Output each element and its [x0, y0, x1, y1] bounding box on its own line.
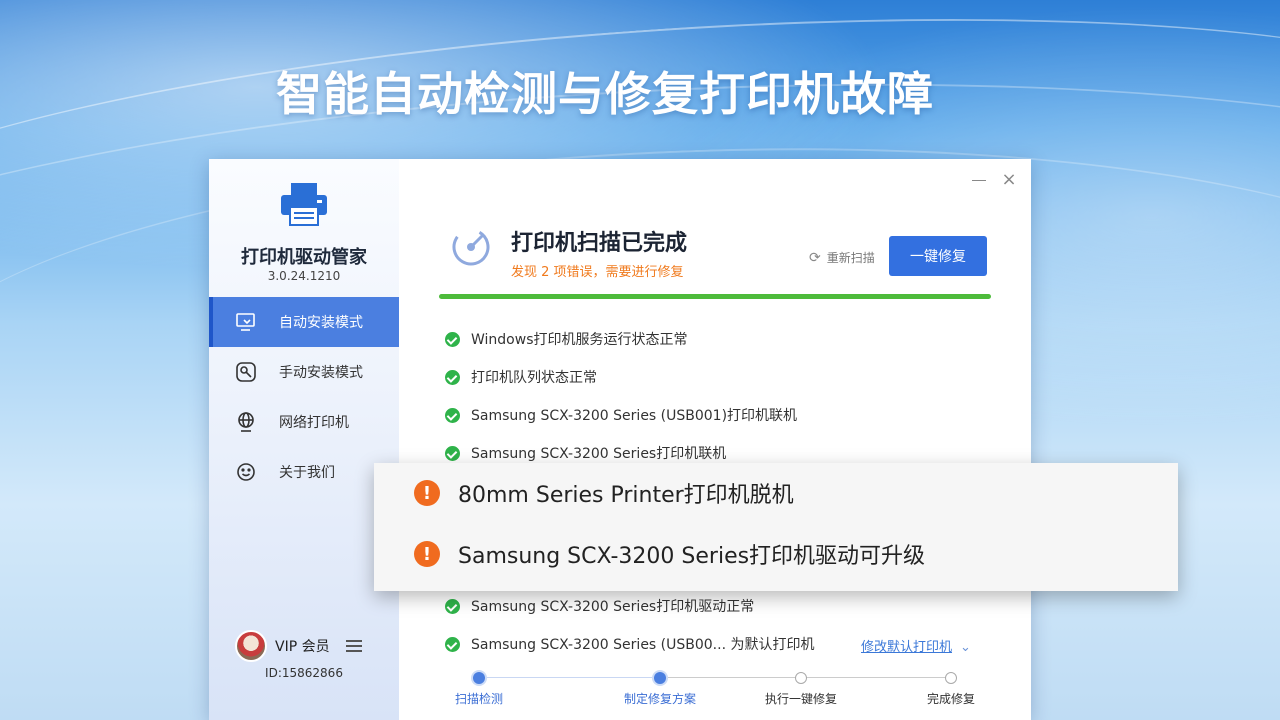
- error-item: ! 80mm Series Printer打印机脱机: [414, 478, 794, 508]
- rescan-button[interactable]: ⟳ 重新扫描: [809, 249, 875, 266]
- error-text: Samsung SCX-3200 Series打印机驱动可升级: [458, 544, 926, 569]
- error-item: ! Samsung SCX-3200 Series打印机驱动可升级: [414, 539, 925, 569]
- sidebar-item-label: 自动安装模式: [279, 315, 363, 331]
- app-name: 打印机驱动管家: [241, 247, 367, 268]
- result-text: Samsung SCX-3200 Series (USB001)打印机联机: [471, 408, 798, 424]
- repair-steps: 扫描检测 制定修复方案 执行一键修复 完成修复: [444, 669, 984, 709]
- list-item: Samsung SCX-3200 Series (USB001)打印机联机: [445, 405, 797, 425]
- scan-subtitle: 发现 2 项错误，需要进行修复: [511, 265, 684, 280]
- check-circle-icon: [445, 369, 460, 385]
- user-panel: VIP 会员: [235, 629, 385, 663]
- list-item: Samsung SCX-3200 Series打印机驱动正常: [445, 596, 754, 616]
- step-label: 完成修复: [926, 692, 975, 706]
- step-label: 制定修复方案: [623, 692, 696, 706]
- sidebar-nav: 自动安装模式 手动安装模式 网络打印机 关于我们: [209, 297, 399, 497]
- avatar[interactable]: [235, 630, 267, 662]
- step-complete: 完成修复: [891, 669, 1011, 707]
- hamburger-menu-icon[interactable]: [345, 640, 362, 652]
- minimize-button[interactable]: [971, 173, 987, 189]
- step-label: 执行一键修复: [764, 692, 837, 706]
- chevron-down-icon: ⌄: [960, 640, 971, 655]
- step-scan: 扫描检测: [419, 669, 539, 707]
- step-dot: [473, 672, 485, 684]
- result-text: Samsung SCX-3200 Series打印机联机: [471, 446, 727, 462]
- result-text: Windows打印机服务运行状态正常: [471, 332, 688, 348]
- scan-gauge-icon: [452, 228, 490, 266]
- rescan-label: 重新扫描: [826, 251, 875, 265]
- user-id: ID:15862866: [265, 666, 343, 680]
- check-circle-icon: [445, 331, 460, 347]
- change-default-printer-link[interactable]: 修改默认打印机 ⌄: [861, 636, 971, 655]
- scan-progress-bar: [439, 294, 991, 299]
- list-item: 打印机队列状态正常: [445, 367, 597, 387]
- step-plan: 制定修复方案: [600, 669, 720, 707]
- check-circle-icon: [445, 407, 460, 423]
- one-click-fix-button[interactable]: 一键修复: [889, 236, 987, 276]
- step-execute: 执行一键修复: [741, 669, 861, 707]
- step-dot: [795, 672, 807, 684]
- sidebar-item-label: 网络打印机: [279, 415, 349, 431]
- scan-title: 打印机扫描已完成: [511, 231, 688, 256]
- check-circle-icon: [445, 636, 460, 652]
- globe-icon: [238, 412, 254, 432]
- result-text: 打印机队列状态正常: [471, 370, 597, 386]
- sidebar-item-manual-install[interactable]: 手动安装模式: [209, 347, 399, 397]
- step-dot: [654, 672, 666, 684]
- sidebar-item-auto-install[interactable]: 自动安装模式: [209, 297, 399, 347]
- sidebar-item-about[interactable]: 关于我们: [209, 447, 399, 497]
- printer-logo-icon: [281, 183, 327, 226]
- smiley-icon: [237, 463, 255, 481]
- close-button[interactable]: ×: [1001, 171, 1017, 189]
- sidebar-item-label: 手动安装模式: [279, 365, 363, 381]
- warning-icon: !: [414, 541, 440, 567]
- vip-label[interactable]: VIP 会员: [275, 636, 330, 656]
- wrench-icon: [236, 362, 256, 382]
- error-highlight-panel: ! 80mm Series Printer打印机脱机 ! Samsung SCX…: [374, 463, 1178, 591]
- warning-icon: !: [414, 480, 440, 506]
- step-dot: [945, 672, 957, 684]
- list-item: Windows打印机服务运行状态正常: [445, 329, 688, 349]
- change-default-printer-label: 修改默认打印机: [861, 640, 953, 655]
- app-version: 3.0.24.1210: [267, 269, 341, 283]
- monitor-wrench-icon: [236, 313, 255, 331]
- result-text: Samsung SCX-3200 Series打印机驱动正常: [471, 599, 755, 615]
- check-circle-icon: [445, 598, 460, 614]
- sidebar: 打印机驱动管家 3.0.24.1210 自动安装模式 手动安装模式 网络打印机 …: [209, 159, 399, 720]
- list-item: Samsung SCX-3200 Series打印机联机: [445, 443, 726, 463]
- app-window: 打印机驱动管家 3.0.24.1210 自动安装模式 手动安装模式 网络打印机 …: [209, 159, 1031, 720]
- error-text: 80mm Series Printer打印机脱机: [458, 483, 794, 508]
- sidebar-item-label: 关于我们: [279, 465, 335, 481]
- sidebar-item-network-printer[interactable]: 网络打印机: [209, 397, 399, 447]
- promo-headline: 智能自动检测与修复打印机故障: [276, 67, 934, 121]
- refresh-icon: ⟳: [809, 249, 821, 266]
- check-circle-icon: [445, 445, 460, 461]
- step-label: 扫描检测: [454, 692, 503, 706]
- result-text: Samsung SCX-3200 Series (USB00... 为默认打印机: [471, 637, 815, 653]
- list-item: Samsung SCX-3200 Series (USB00... 为默认打印机: [445, 634, 815, 654]
